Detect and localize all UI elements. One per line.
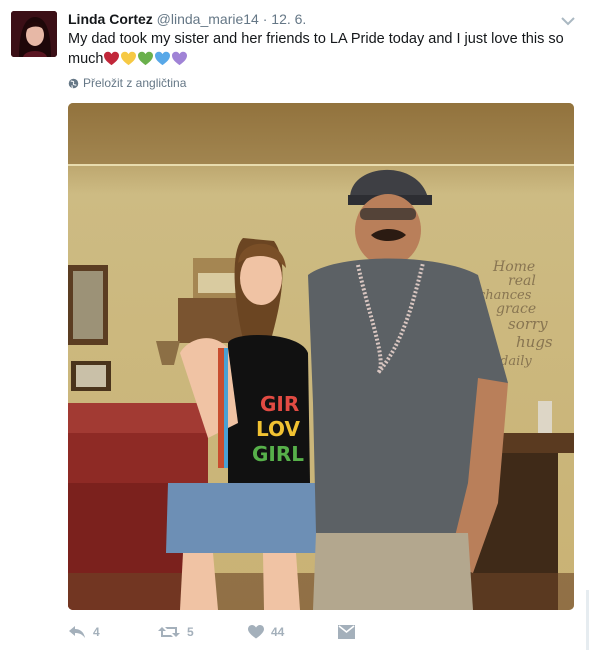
like-button[interactable]: 44	[248, 625, 338, 639]
heart-emoji-icon	[138, 51, 154, 66]
chevron-down-icon[interactable]	[561, 13, 575, 26]
svg-text:sorry: sorry	[508, 315, 548, 333]
heart-emoji-icon	[121, 51, 137, 66]
tweet-photo[interactable]: Home real chances grace sorry hugs daily	[68, 103, 574, 610]
photo-image: Home real chances grace sorry hugs daily	[68, 103, 574, 610]
translate-label: Přeložit z angličtina	[83, 76, 187, 90]
retweet-button[interactable]: 5	[158, 625, 248, 639]
heart-emoji-icon	[155, 51, 171, 66]
heart-emoji-icon	[172, 51, 188, 66]
heart-emoji-icon	[104, 51, 120, 66]
direct-message-button[interactable]	[338, 624, 355, 640]
svg-text:GIRL: GIRL	[252, 442, 304, 466]
tweet-date[interactable]: 12. 6.	[271, 11, 306, 27]
heart-icon	[248, 625, 264, 639]
translate-link[interactable]: Přeložit z angličtina	[68, 76, 186, 90]
reply-icon	[69, 626, 85, 638]
header-separator: ·	[262, 11, 268, 27]
author-handle[interactable]: @linda_marie14	[157, 11, 259, 27]
tweet-text: My dad took my sister and her friends to…	[68, 29, 568, 69]
svg-text:daily: daily	[500, 354, 532, 369]
scrollbar[interactable]	[586, 590, 589, 650]
tweet: Linda Cortez @linda_marie14 · 12. 6. My …	[0, 0, 593, 654]
avatar[interactable]	[11, 11, 57, 57]
reply-count: 4	[93, 625, 100, 639]
svg-text:real: real	[508, 273, 536, 289]
globe-icon	[68, 78, 79, 88]
retweet-count: 5	[187, 625, 194, 639]
direct-message-icon	[338, 624, 355, 639]
author-name[interactable]: Linda Cortez	[68, 11, 153, 27]
like-count: 44	[271, 625, 285, 639]
reply-button[interactable]: 4	[68, 625, 158, 639]
svg-text:LOV: LOV	[256, 417, 300, 441]
retweet-icon	[158, 627, 180, 637]
svg-text:hugs: hugs	[516, 333, 553, 351]
tweet-header: Linda Cortez @linda_marie14 · 12. 6.	[68, 10, 306, 28]
svg-text:GIR: GIR	[260, 392, 299, 416]
heart-emojis	[104, 51, 188, 66]
tweet-actions: 4 5 44	[68, 621, 355, 643]
